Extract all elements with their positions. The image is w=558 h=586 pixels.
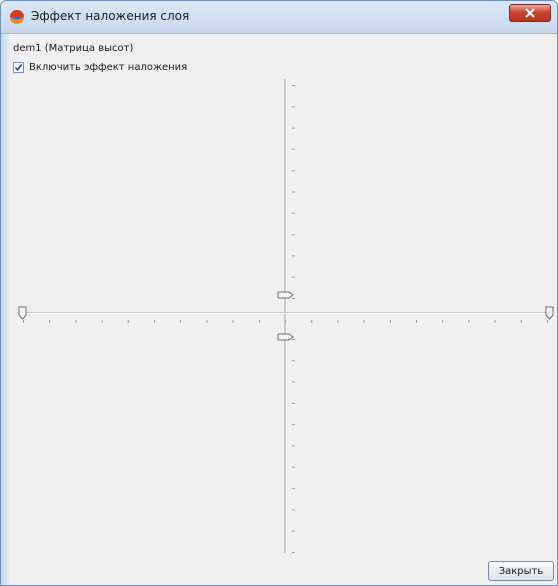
- vertical-tick: [292, 255, 295, 257]
- vertical-tick: [292, 530, 295, 532]
- horizontal-tick: [49, 320, 51, 323]
- horizontal-tick: [363, 320, 365, 323]
- window-frame-left: [1, 34, 9, 585]
- checkmark-icon: [14, 63, 23, 71]
- vertical-tick: [292, 148, 295, 150]
- horizontal-tick: [416, 320, 417, 323]
- vertical-tick: [292, 552, 295, 553]
- vertical-tick: [292, 339, 295, 340]
- app-logo-icon: [10, 10, 24, 24]
- horizontal-tick: [389, 320, 391, 323]
- vertical-tick: [292, 424, 295, 426]
- vertical-tick: [292, 276, 295, 278]
- horizontal-right-slider-handle[interactable]: [545, 306, 554, 320]
- checkbox-box[interactable]: [13, 61, 24, 73]
- vertical-tick: [292, 445, 295, 447]
- checkbox-label: Включить эффект наложения: [29, 61, 188, 73]
- close-button[interactable]: Закрыть: [488, 561, 554, 581]
- vertical-top-slider-handle[interactable]: [277, 291, 294, 299]
- horizontal-tick: [494, 320, 496, 323]
- horizontal-left-slider-handle[interactable]: [18, 306, 27, 320]
- title-bar[interactable]: Эффект наложения слоя: [1, 1, 557, 34]
- vertical-tick: [292, 509, 295, 511]
- horizontal-tick: [258, 320, 260, 323]
- vertical-tick: [292, 360, 295, 362]
- overlay-effect-dialog: Эффект наложения слоя dem1 (Матрица высо…: [0, 0, 558, 586]
- overlay-offset-area: [11, 77, 557, 557]
- horizontal-tick: [442, 320, 444, 323]
- vertical-tick: [292, 381, 295, 383]
- horizontal-tick: [23, 320, 24, 323]
- horizontal-tick: [180, 320, 182, 323]
- layer-name-label: dem1 (Матрица высот): [13, 43, 134, 54]
- vertical-tick: [292, 466, 295, 468]
- vertical-tick: [292, 106, 295, 108]
- vertical-tick: [292, 191, 295, 193]
- overlay-enable-checkbox[interactable]: Включить эффект наложения: [13, 59, 187, 75]
- window-close-button[interactable]: [509, 4, 551, 22]
- horizontal-tick: [232, 320, 234, 323]
- horizontal-slider-track-highlight: [17, 313, 551, 314]
- close-icon: [525, 8, 535, 18]
- horizontal-tick: [520, 320, 522, 323]
- vertical-tick: [292, 234, 295, 236]
- vertical-tick: [292, 488, 295, 490]
- horizontal-tick: [75, 320, 77, 323]
- vertical-tick: [292, 170, 295, 172]
- vertical-tick: [292, 127, 295, 129]
- vertical-tick: [292, 298, 295, 299]
- vertical-slider-track-highlight: [286, 79, 287, 553]
- horizontal-tick: [337, 320, 339, 323]
- window-title: Эффект наложения слоя: [31, 9, 190, 23]
- vertical-tick: [292, 402, 295, 404]
- horizontal-tick: [468, 320, 470, 323]
- horizontal-tick: [311, 320, 313, 323]
- horizontal-tick: [206, 320, 208, 323]
- vertical-tick: [292, 212, 295, 214]
- horizontal-tick: [101, 320, 103, 323]
- vertical-bottom-slider-handle[interactable]: [277, 333, 294, 341]
- vertical-tick: [292, 85, 295, 86]
- horizontal-tick: [285, 320, 286, 323]
- vertical-slider-track[interactable]: [284, 79, 286, 553]
- offset-sliders[interactable]: [11, 77, 557, 557]
- horizontal-tick: [547, 320, 548, 323]
- horizontal-tick: [127, 320, 129, 323]
- horizontal-slider-track[interactable]: [17, 312, 551, 313]
- horizontal-tick: [154, 320, 155, 323]
